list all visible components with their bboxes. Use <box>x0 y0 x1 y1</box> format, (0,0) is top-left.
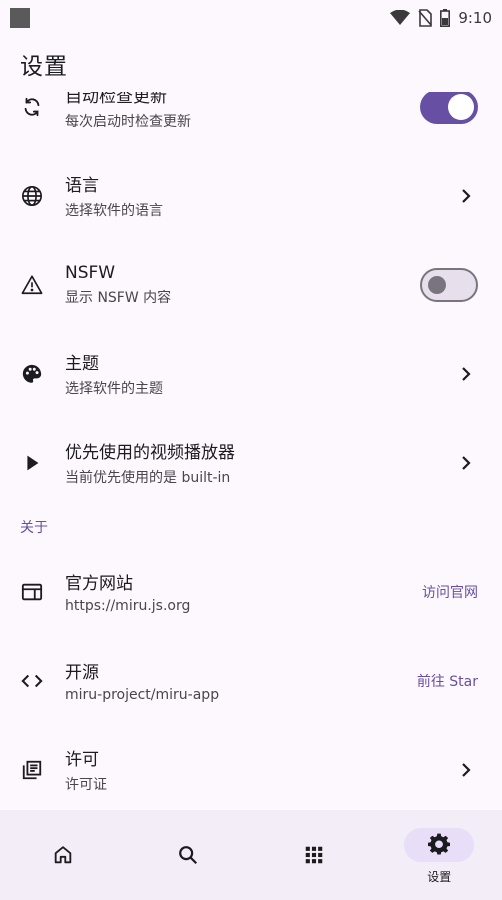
library-books-icon <box>20 758 44 782</box>
nav-item-home[interactable] <box>0 810 126 900</box>
play-icon <box>20 451 44 475</box>
search-icon <box>179 846 198 865</box>
setting-title: 优先使用的视频播放器 <box>65 443 235 463</box>
setting-title: NSFW <box>65 262 116 283</box>
no-sim-icon <box>418 9 433 27</box>
sync-icon <box>20 95 44 119</box>
app-bar: 设置 <box>0 36 502 92</box>
nav-active-indicator <box>404 828 475 862</box>
nav-item-extensions[interactable] <box>251 810 377 900</box>
setting-subtitle: 每次启动时检查更新 <box>65 114 191 130</box>
setting-language[interactable]: 语言 选择软件的语言 <box>0 151 502 240</box>
nsfw-toggle[interactable] <box>420 267 478 302</box>
setting-title: 自动检查更新 <box>65 92 167 107</box>
auto-update-toggle[interactable] <box>420 92 478 124</box>
gear-icon <box>428 833 451 855</box>
setting-license[interactable]: 许可 许可证 <box>0 725 502 810</box>
setting-website[interactable]: 官方网站 https://miru.js.org 访问官网 <box>0 547 502 636</box>
star-repo-button[interactable]: 前往 Star <box>417 671 478 691</box>
setting-title: 官方网站 <box>65 574 133 594</box>
web-window-icon <box>20 580 44 604</box>
chevron-right-icon <box>462 455 471 470</box>
palette-icon <box>20 362 44 386</box>
chevron-right-icon <box>462 366 471 381</box>
setting-title: 主题 <box>65 354 99 374</box>
setting-subtitle: 当前优先使用的是 built-in <box>65 470 231 486</box>
setting-subtitle: 许可证 <box>65 777 107 793</box>
setting-nsfw[interactable]: NSFW 显示 NSFW 内容 <box>0 240 502 329</box>
notification-icon <box>10 8 30 28</box>
code-icon <box>20 669 44 693</box>
page-title: 设置 <box>20 54 68 80</box>
settings-list[interactable]: 自动检查更新 每次启动时检查更新 语言 选择软件的语言 NSFW 显示 NSFW… <box>0 92 502 810</box>
setting-subtitle: 显示 NSFW 内容 <box>65 289 172 306</box>
battery-icon <box>440 9 451 27</box>
status-time: 9:10 <box>458 9 492 27</box>
section-header-about: 关于 <box>20 520 48 536</box>
chevron-right-icon <box>462 188 471 203</box>
setting-video-player[interactable]: 优先使用的视频播放器 当前优先使用的是 built-in <box>0 418 502 507</box>
setting-title: 语言 <box>65 176 99 196</box>
wifi-icon <box>390 10 411 25</box>
apps-grid-icon <box>305 846 322 864</box>
setting-title: 开源 <box>65 663 99 683</box>
home-icon <box>54 846 71 864</box>
globe-icon <box>20 184 44 208</box>
status-bar: 9:10 <box>0 0 502 36</box>
nav-label: 设置 <box>427 870 452 884</box>
setting-subtitle: https://miru.js.org <box>65 598 191 614</box>
visit-website-button[interactable]: 访问官网 <box>422 582 478 602</box>
chevron-right-icon <box>462 762 471 777</box>
setting-theme[interactable]: 主题 选择软件的主题 <box>0 329 502 418</box>
setting-title: 许可 <box>65 750 99 770</box>
setting-subtitle: miru-project/miru-app <box>65 687 220 703</box>
bottom-navigation: 设置 <box>0 810 502 900</box>
setting-auto-update[interactable]: 自动检查更新 每次启动时检查更新 <box>0 92 502 151</box>
nav-item-search[interactable] <box>126 810 252 900</box>
setting-subtitle: 选择软件的主题 <box>65 381 163 397</box>
status-icons: 9:10 <box>390 9 492 27</box>
warning-icon <box>20 273 44 297</box>
setting-subtitle: 选择软件的语言 <box>65 203 163 219</box>
nav-item-settings[interactable]: 设置 <box>377 810 502 900</box>
setting-opensource[interactable]: 开源 miru-project/miru-app 前往 Star <box>0 636 502 725</box>
